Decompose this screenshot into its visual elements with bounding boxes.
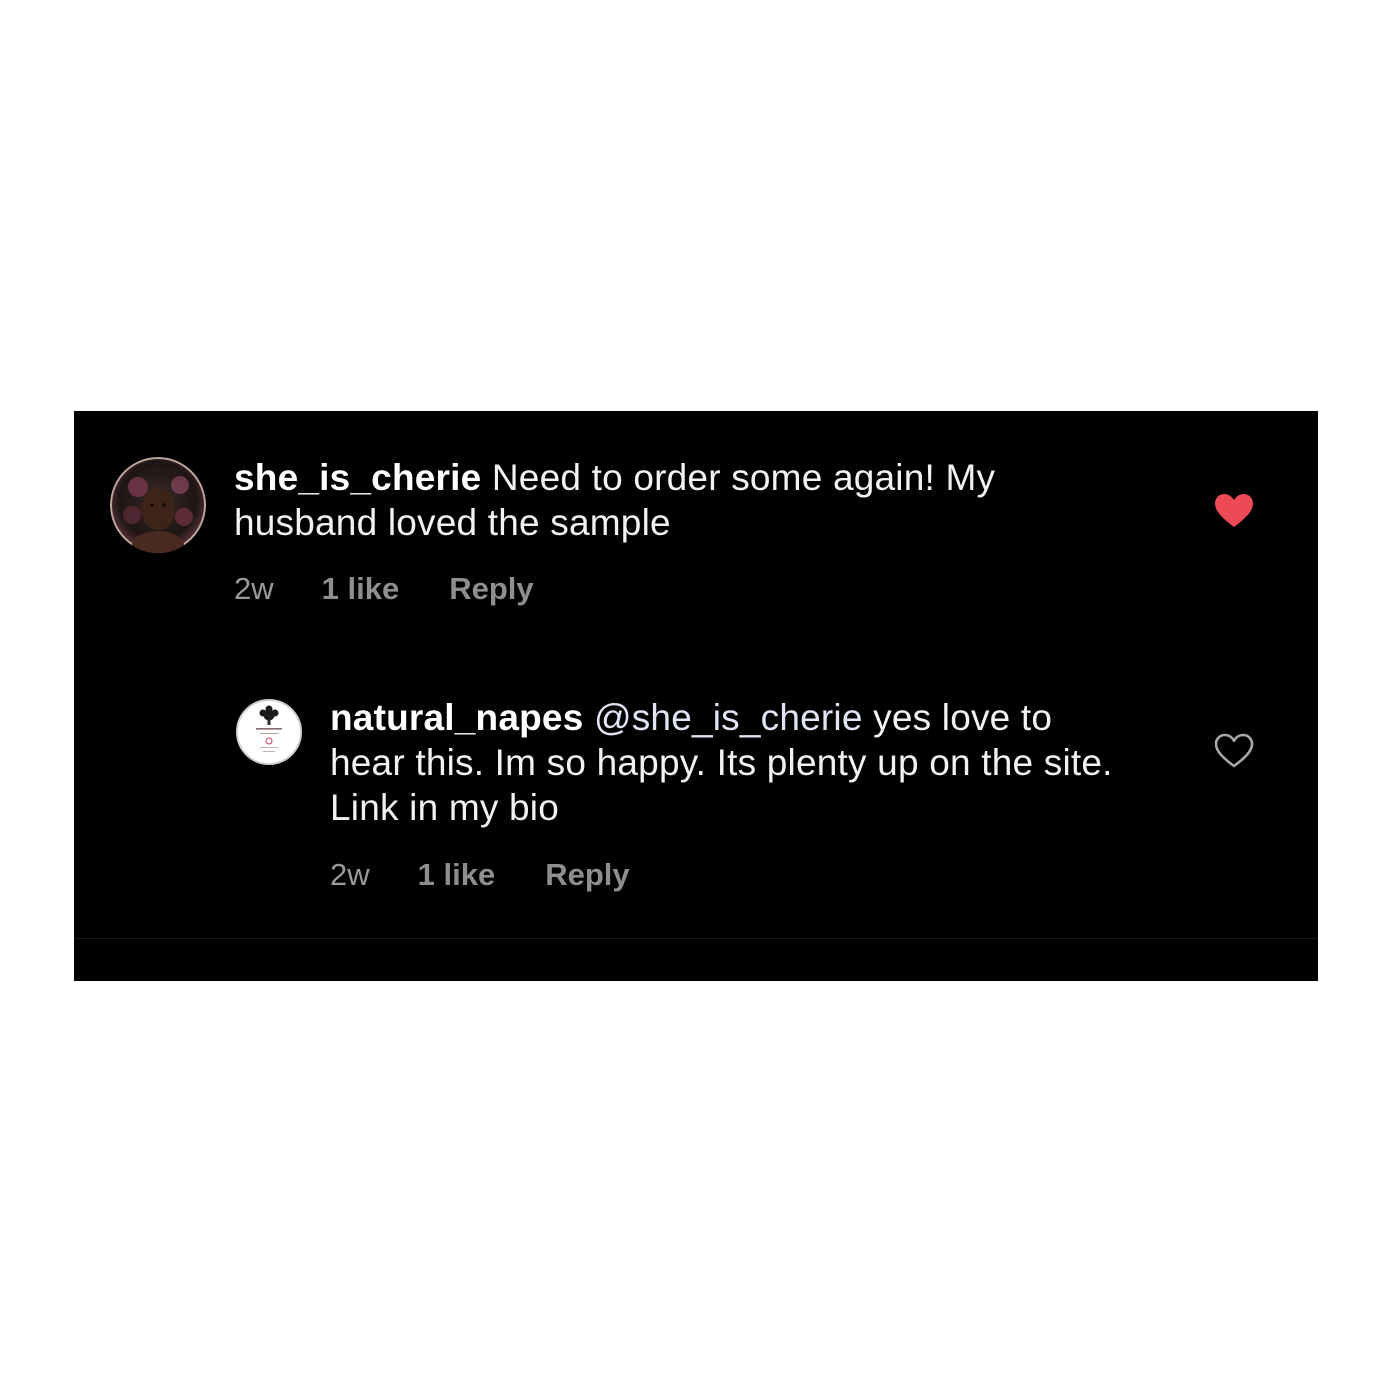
comment-item: she_is_cherie Need to order some again! … — [74, 411, 1318, 641]
comment-item: natural_napes @she_is_cherie yes love to… — [74, 681, 1318, 921]
comment-meta: 2w 1 like Reply — [234, 571, 534, 607]
comment-time: 2w — [234, 571, 274, 606]
heart-filled-icon[interactable] — [1214, 493, 1254, 529]
comment-body: natural_napes @she_is_cherie yes love to… — [330, 695, 1130, 830]
avatar[interactable] — [110, 457, 206, 553]
comment-username[interactable]: natural_napes — [330, 697, 583, 738]
comment-body: she_is_cherie Need to order some again! … — [234, 455, 1114, 545]
comment-username[interactable]: she_is_cherie — [234, 457, 481, 498]
divider — [74, 938, 1318, 939]
mention-link[interactable]: @she_is_cherie — [594, 697, 863, 738]
avatar[interactable] — [236, 699, 302, 765]
comment-meta: 2w 1 like Reply — [330, 857, 630, 893]
heart-outline-icon[interactable] — [1214, 733, 1254, 769]
comment-likes-link[interactable]: 1 like — [418, 857, 496, 893]
reply-button[interactable]: Reply — [449, 571, 533, 607]
comment-likes-link[interactable]: 1 like — [322, 571, 400, 607]
reply-button[interactable]: Reply — [545, 857, 629, 893]
comment-time: 2w — [330, 857, 370, 892]
comments-panel: she_is_cherie Need to order some again! … — [74, 411, 1318, 981]
